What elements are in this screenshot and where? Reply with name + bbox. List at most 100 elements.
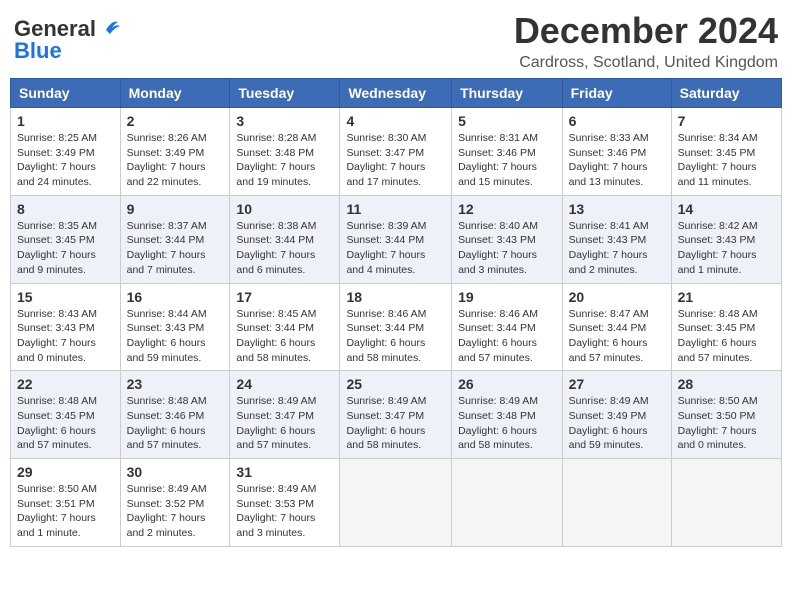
day-info: Sunrise: 8:49 AM Sunset: 3:52 PM Dayligh… (127, 482, 224, 541)
table-row: 28Sunrise: 8:50 AM Sunset: 3:50 PM Dayli… (671, 371, 781, 459)
day-number: 14 (678, 201, 775, 217)
table-row: 8Sunrise: 8:35 AM Sunset: 3:45 PM Daylig… (11, 195, 121, 283)
day-info: Sunrise: 8:39 AM Sunset: 3:44 PM Dayligh… (346, 219, 445, 278)
table-row: 16Sunrise: 8:44 AM Sunset: 3:43 PM Dayli… (120, 283, 230, 371)
day-info: Sunrise: 8:37 AM Sunset: 3:44 PM Dayligh… (127, 219, 224, 278)
day-number: 23 (127, 376, 224, 392)
day-number: 19 (458, 289, 556, 305)
day-number: 10 (236, 201, 333, 217)
day-info: Sunrise: 8:49 AM Sunset: 3:47 PM Dayligh… (236, 394, 333, 453)
calendar-week-row: 22Sunrise: 8:48 AM Sunset: 3:45 PM Dayli… (11, 371, 782, 459)
day-number: 18 (346, 289, 445, 305)
header-tuesday: Tuesday (230, 79, 340, 108)
month-title: December 2024 (514, 10, 778, 52)
day-number: 26 (458, 376, 556, 392)
logo: General Blue (14, 16, 120, 64)
table-row: 23 Sunrise: 8:48 AM Sunset: 3:46 PM Dayli… (120, 371, 230, 459)
header-monday: Monday (120, 79, 230, 108)
day-info: Sunrise: 8:49 AM Sunset: 3:53 PM Dayligh… (236, 482, 333, 541)
day-number: 31 (236, 464, 333, 480)
calendar-week-row: 15 Sunrise: 8:43 AM Sunset: 3:43 PM Dayli… (11, 283, 782, 371)
day-info: Sunrise: 8:33 AM Sunset: 3:46 PM Dayligh… (569, 131, 665, 190)
day-info: Sunrise: 8:48 AM Sunset: 3:45 PM Dayligh… (678, 307, 775, 366)
day-number: 15 (17, 289, 114, 305)
table-row: 20Sunrise: 8:47 AM Sunset: 3:44 PM Dayli… (562, 283, 671, 371)
table-row: 3 Sunrise: 8:28 AM Sunset: 3:48 PM Daylig… (230, 108, 340, 196)
day-info: Sunrise: 8:44 AM Sunset: 3:43 PM Dayligh… (127, 307, 224, 366)
day-number: 1 (17, 113, 114, 129)
day-number: 21 (678, 289, 775, 305)
logo-bird-icon (98, 16, 120, 38)
header-friday: Friday (562, 79, 671, 108)
table-row: 30 Sunrise: 8:49 AM Sunset: 3:52 PM Dayli… (120, 459, 230, 547)
day-info: Sunrise: 8:25 AM Sunset: 3:49 PM Dayligh… (17, 131, 114, 190)
day-number: 12 (458, 201, 556, 217)
table-row: 29Sunrise: 8:50 AM Sunset: 3:51 PM Dayli… (11, 459, 121, 547)
day-info: Sunrise: 8:28 AM Sunset: 3:48 PM Dayligh… (236, 131, 333, 190)
calendar-week-row: 1 Sunrise: 8:25 AM Sunset: 3:49 PM Daylig… (11, 108, 782, 196)
table-row: 13 Sunrise: 8:41 AM Sunset: 3:43 PM Dayli… (562, 195, 671, 283)
day-number: 2 (127, 113, 224, 129)
day-info: Sunrise: 8:48 AM Sunset: 3:45 PM Dayligh… (17, 394, 114, 453)
day-info: Sunrise: 8:50 AM Sunset: 3:50 PM Dayligh… (678, 394, 775, 453)
day-info: Sunrise: 8:40 AM Sunset: 3:43 PM Dayligh… (458, 219, 556, 278)
table-row: 2 Sunrise: 8:26 AM Sunset: 3:49 PM Daylig… (120, 108, 230, 196)
day-info: Sunrise: 8:30 AM Sunset: 3:47 PM Dayligh… (346, 131, 445, 190)
day-number: 30 (127, 464, 224, 480)
table-row: 22Sunrise: 8:48 AM Sunset: 3:45 PM Dayli… (11, 371, 121, 459)
header-sunday: Sunday (11, 79, 121, 108)
calendar-week-row: 29Sunrise: 8:50 AM Sunset: 3:51 PM Dayli… (11, 459, 782, 547)
day-number: 24 (236, 376, 333, 392)
table-row: 1 Sunrise: 8:25 AM Sunset: 3:49 PM Daylig… (11, 108, 121, 196)
calendar-table: Sunday Monday Tuesday Wednesday Thursday… (10, 78, 782, 547)
day-number: 27 (569, 376, 665, 392)
header-wednesday: Wednesday (340, 79, 452, 108)
day-number: 13 (569, 201, 665, 217)
table-row: 15 Sunrise: 8:43 AM Sunset: 3:43 PM Dayli… (11, 283, 121, 371)
day-number: 29 (17, 464, 114, 480)
table-row: 31 Sunrise: 8:49 AM Sunset: 3:53 PM Dayli… (230, 459, 340, 547)
day-info: Sunrise: 8:49 AM Sunset: 3:49 PM Dayligh… (569, 394, 665, 453)
table-row: 25 Sunrise: 8:49 AM Sunset: 3:47 PM Dayli… (340, 371, 452, 459)
table-row: 9 Sunrise: 8:37 AM Sunset: 3:44 PM Daylig… (120, 195, 230, 283)
header-thursday: Thursday (452, 79, 563, 108)
day-info: Sunrise: 8:49 AM Sunset: 3:48 PM Dayligh… (458, 394, 556, 453)
day-info: Sunrise: 8:43 AM Sunset: 3:43 PM Dayligh… (17, 307, 114, 366)
location: Cardross, Scotland, United Kingdom (514, 54, 778, 72)
table-row: 19Sunrise: 8:46 AM Sunset: 3:44 PM Dayli… (452, 283, 563, 371)
day-number: 6 (569, 113, 665, 129)
day-number: 20 (569, 289, 665, 305)
title-section: December 2024 Cardross, Scotland, United… (514, 10, 778, 72)
table-row (340, 459, 452, 547)
calendar-header-row: Sunday Monday Tuesday Wednesday Thursday… (11, 79, 782, 108)
calendar-week-row: 8Sunrise: 8:35 AM Sunset: 3:45 PM Daylig… (11, 195, 782, 283)
day-number: 5 (458, 113, 556, 129)
day-number: 17 (236, 289, 333, 305)
table-row: 14 Sunrise: 8:42 AM Sunset: 3:43 PM Dayli… (671, 195, 781, 283)
table-row: 17 Sunrise: 8:45 AM Sunset: 3:44 PM Dayli… (230, 283, 340, 371)
header-saturday: Saturday (671, 79, 781, 108)
day-number: 7 (678, 113, 775, 129)
logo-blue: Blue (14, 38, 62, 64)
day-number: 9 (127, 201, 224, 217)
day-number: 25 (346, 376, 445, 392)
table-row: 7 Sunrise: 8:34 AM Sunset: 3:45 PM Daylig… (671, 108, 781, 196)
day-info: Sunrise: 8:34 AM Sunset: 3:45 PM Dayligh… (678, 131, 775, 190)
day-info: Sunrise: 8:31 AM Sunset: 3:46 PM Dayligh… (458, 131, 556, 190)
table-row (671, 459, 781, 547)
table-row: 18Sunrise: 8:46 AM Sunset: 3:44 PM Dayli… (340, 283, 452, 371)
day-number: 4 (346, 113, 445, 129)
day-info: Sunrise: 8:45 AM Sunset: 3:44 PM Dayligh… (236, 307, 333, 366)
day-info: Sunrise: 8:41 AM Sunset: 3:43 PM Dayligh… (569, 219, 665, 278)
day-info: Sunrise: 8:38 AM Sunset: 3:44 PM Dayligh… (236, 219, 333, 278)
table-row: 11Sunrise: 8:39 AM Sunset: 3:44 PM Dayli… (340, 195, 452, 283)
day-number: 3 (236, 113, 333, 129)
table-row: 12 Sunrise: 8:40 AM Sunset: 3:43 PM Dayli… (452, 195, 563, 283)
table-row: 10 Sunrise: 8:38 AM Sunset: 3:44 PM Dayli… (230, 195, 340, 283)
table-row (452, 459, 563, 547)
day-info: Sunrise: 8:48 AM Sunset: 3:46 PM Dayligh… (127, 394, 224, 453)
day-info: Sunrise: 8:42 AM Sunset: 3:43 PM Dayligh… (678, 219, 775, 278)
day-info: Sunrise: 8:49 AM Sunset: 3:47 PM Dayligh… (346, 394, 445, 453)
day-info: Sunrise: 8:35 AM Sunset: 3:45 PM Dayligh… (17, 219, 114, 278)
day-info: Sunrise: 8:26 AM Sunset: 3:49 PM Dayligh… (127, 131, 224, 190)
